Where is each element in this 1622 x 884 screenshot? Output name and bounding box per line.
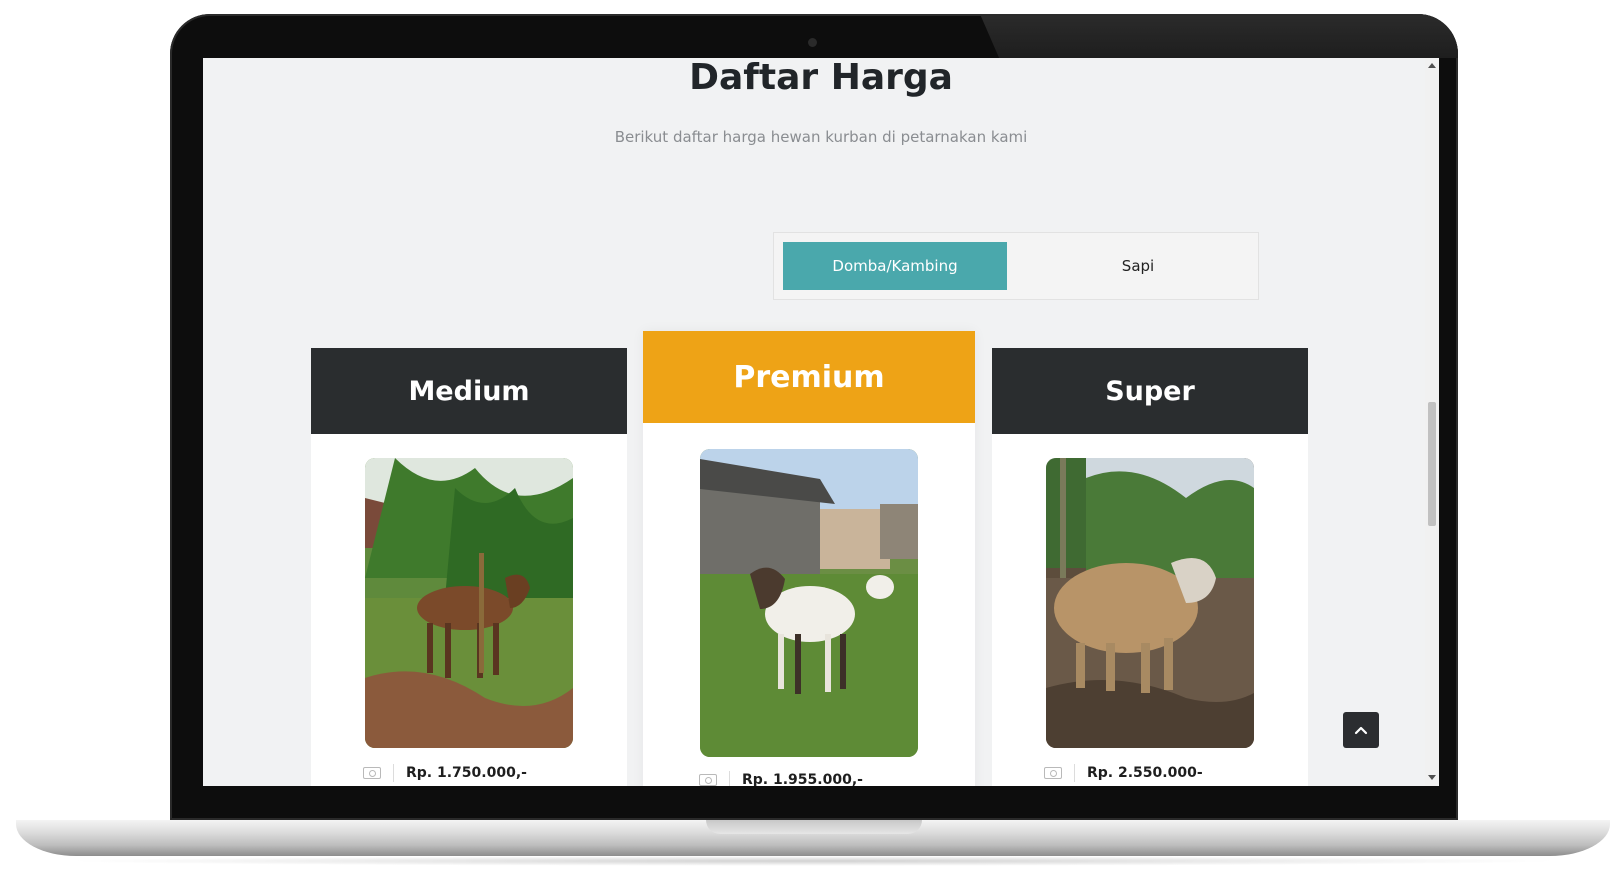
laptop-mockup: Daftar Harga Berikut daftar harga hewan … bbox=[0, 0, 1622, 884]
page-subtitle: Berikut daftar harga hewan kurban di pet… bbox=[614, 128, 1028, 146]
scroll-up-arrow-icon[interactable] bbox=[1428, 63, 1436, 68]
divider bbox=[393, 764, 394, 782]
woolly-sheep-photo bbox=[1046, 458, 1254, 748]
card-header-medium: Medium bbox=[311, 348, 627, 434]
brown-goat-photo bbox=[365, 458, 573, 748]
divider bbox=[729, 771, 730, 786]
money-icon bbox=[699, 774, 717, 786]
price-super: Rp. 2.550.000- bbox=[1087, 765, 1203, 781]
divider bbox=[1074, 764, 1075, 782]
laptop-base-notch bbox=[706, 820, 922, 834]
card-header-premium: Premium bbox=[643, 331, 975, 423]
price-row-super: Rp. 2.550.000- bbox=[1044, 764, 1203, 782]
chevron-up-icon bbox=[1354, 726, 1368, 735]
price-row-premium: Rp. 1.955.000,- bbox=[699, 771, 863, 786]
page-title: Daftar Harga bbox=[689, 58, 953, 98]
price-premium: Rp. 1.955.000,- bbox=[742, 772, 863, 786]
vertical-scrollbar[interactable] bbox=[1425, 58, 1439, 786]
category-tabs: Domba/Kambing Sapi bbox=[773, 232, 1259, 300]
browser-viewport: Daftar Harga Berikut daftar harga hewan … bbox=[203, 58, 1439, 786]
card-header-super: Super bbox=[992, 348, 1308, 434]
base-shadow bbox=[60, 856, 1566, 866]
pricing-card-super: Super Rp. 2.550.000- bbox=[992, 348, 1308, 786]
tab-sapi[interactable]: Sapi bbox=[1026, 242, 1250, 290]
price-medium: Rp. 1.750.000,- bbox=[406, 765, 527, 781]
pricing-card-premium: Premium Rp. 1.955.000,- bbox=[643, 331, 975, 786]
money-icon bbox=[363, 767, 381, 779]
camera-icon bbox=[808, 38, 817, 47]
pricing-card-medium: Medium Rp. 1.750.000,- bbox=[311, 348, 627, 786]
back-to-top-button[interactable] bbox=[1343, 712, 1379, 748]
scroll-down-arrow-icon[interactable] bbox=[1428, 775, 1436, 780]
lid-glare bbox=[980, 14, 1458, 58]
money-icon bbox=[1044, 767, 1062, 779]
tab-domba-kambing[interactable]: Domba/Kambing bbox=[783, 242, 1007, 290]
white-goat-photo bbox=[700, 449, 918, 757]
scroll-thumb[interactable] bbox=[1428, 402, 1436, 526]
price-row-medium: Rp. 1.750.000,- bbox=[363, 764, 527, 782]
